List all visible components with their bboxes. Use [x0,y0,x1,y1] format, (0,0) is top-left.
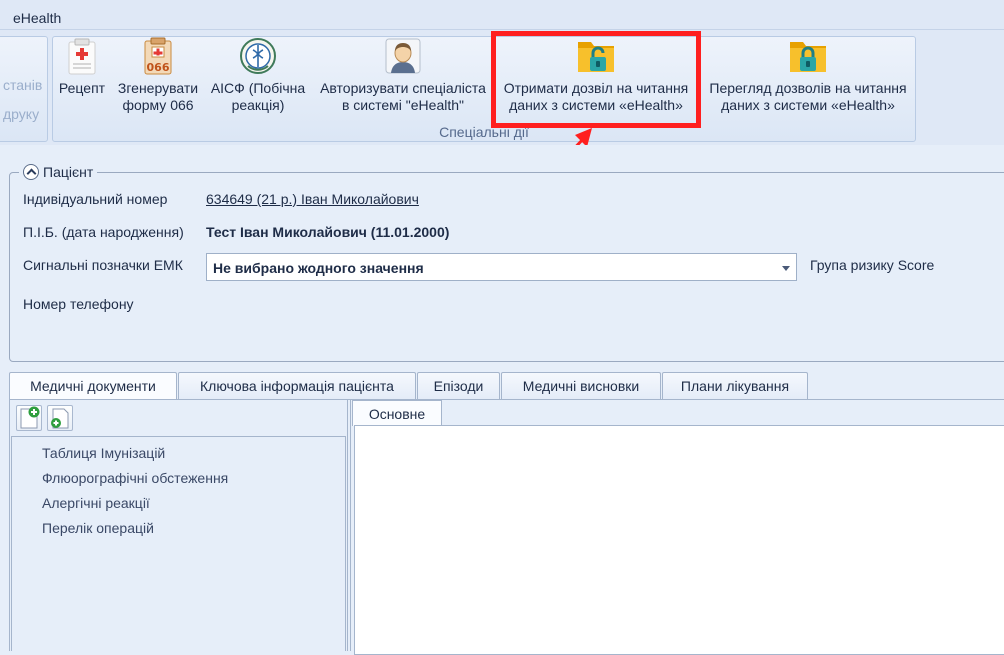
ribbon-group-caption: Спеціальні дії [439,124,529,140]
locked-folder-icon [788,36,828,76]
app-title: eHealth [13,10,62,26]
tree-item-immunization[interactable]: Таблиця Імунізацій [42,445,165,461]
form-066-icon: 066 [138,36,178,76]
tab-treatment-plans[interactable]: Плани лікування [662,372,808,399]
ribbon-left-label-2[interactable]: друку [3,106,39,122]
patient-name-label: П.І.Б. (дата народження) [23,224,184,240]
ribbon-left-label-1[interactable]: станів [3,77,42,93]
import-document-icon [51,408,69,429]
tree-item-allergies[interactable]: Алергічні реакції [42,495,150,511]
add-document-icon [20,406,40,429]
generate-form-066-button[interactable]: 066 Згенерувати форму 066 [112,36,204,114]
form-066-label-1: Згенерувати [117,80,199,96]
aisf-label-1: АІСФ (Побічна [210,80,306,96]
chevron-down-icon[interactable] [782,266,790,271]
prescription-button[interactable]: Рецепт [56,36,108,97]
details-content [354,425,1004,655]
aisf-button[interactable]: АІСФ (Побічна реакція) [206,36,310,114]
authorize-specialist-label-2: в системі "eHealth" [341,97,464,113]
view-permissions-button[interactable]: Перегляд дозволів на читання даних з сис… [702,36,914,114]
form-066-label-2: форму 066 [122,97,194,113]
add-document-button[interactable] [16,405,42,431]
tab-main[interactable]: Основне [352,400,442,426]
patient-legend-label: Пацієнт [43,164,94,180]
patient-id-label: Індивідуальний номер [23,191,168,207]
tab-episodes[interactable]: Епізоди [417,372,500,399]
ribbon-group-left: станів друку [0,36,48,142]
patient-name-value: Тест Іван Миколайович (11.01.2000) [206,224,450,240]
documents-tree [11,436,346,651]
tab-medical-conclusions[interactable]: Медичні висновки [501,372,661,399]
tab-medical-documents[interactable]: Медичні документи [9,372,177,400]
phone-label: Номер телефону [23,296,134,312]
view-permissions-label-1: Перегляд дозволів на читання [709,80,907,96]
highlight-box [491,31,701,128]
patient-id-link[interactable]: 634649 (21 р.) Іван Миколайович [206,191,419,207]
patient-legend[interactable]: Пацієнт [19,163,98,181]
aisf-emblem-icon [238,36,278,76]
import-document-button[interactable] [47,405,73,431]
tree-item-fluorography[interactable]: Флюорографічні обстеження [42,470,228,486]
authorize-specialist-button[interactable]: Авторизувати спеціаліста в системі "eHea… [314,36,492,114]
collapse-up-icon[interactable] [23,164,39,180]
title-bar: eHealth [0,0,1004,30]
aisf-label-2: реакція) [231,97,285,113]
prescription-icon [62,36,102,76]
emk-select[interactable]: Не вибрано жодного значення [206,253,797,281]
emk-label: Сигнальні позначки ЕМК [23,257,183,273]
prescription-label: Рецепт [58,80,106,96]
authorize-specialist-label-1: Авторизувати спеціаліста [320,80,486,96]
svg-text:066: 066 [147,61,170,74]
doctor-avatar-icon [383,36,423,76]
view-permissions-label-2: даних з системи «eHealth» [721,97,895,113]
emk-selected-value: Не вибрано жодного значення [213,260,424,276]
tab-key-information[interactable]: Ключова інформація пацієнта [178,372,416,399]
score-group-label: Група ризику Score [810,257,935,273]
tree-item-operations[interactable]: Перелік операцій [42,520,154,536]
